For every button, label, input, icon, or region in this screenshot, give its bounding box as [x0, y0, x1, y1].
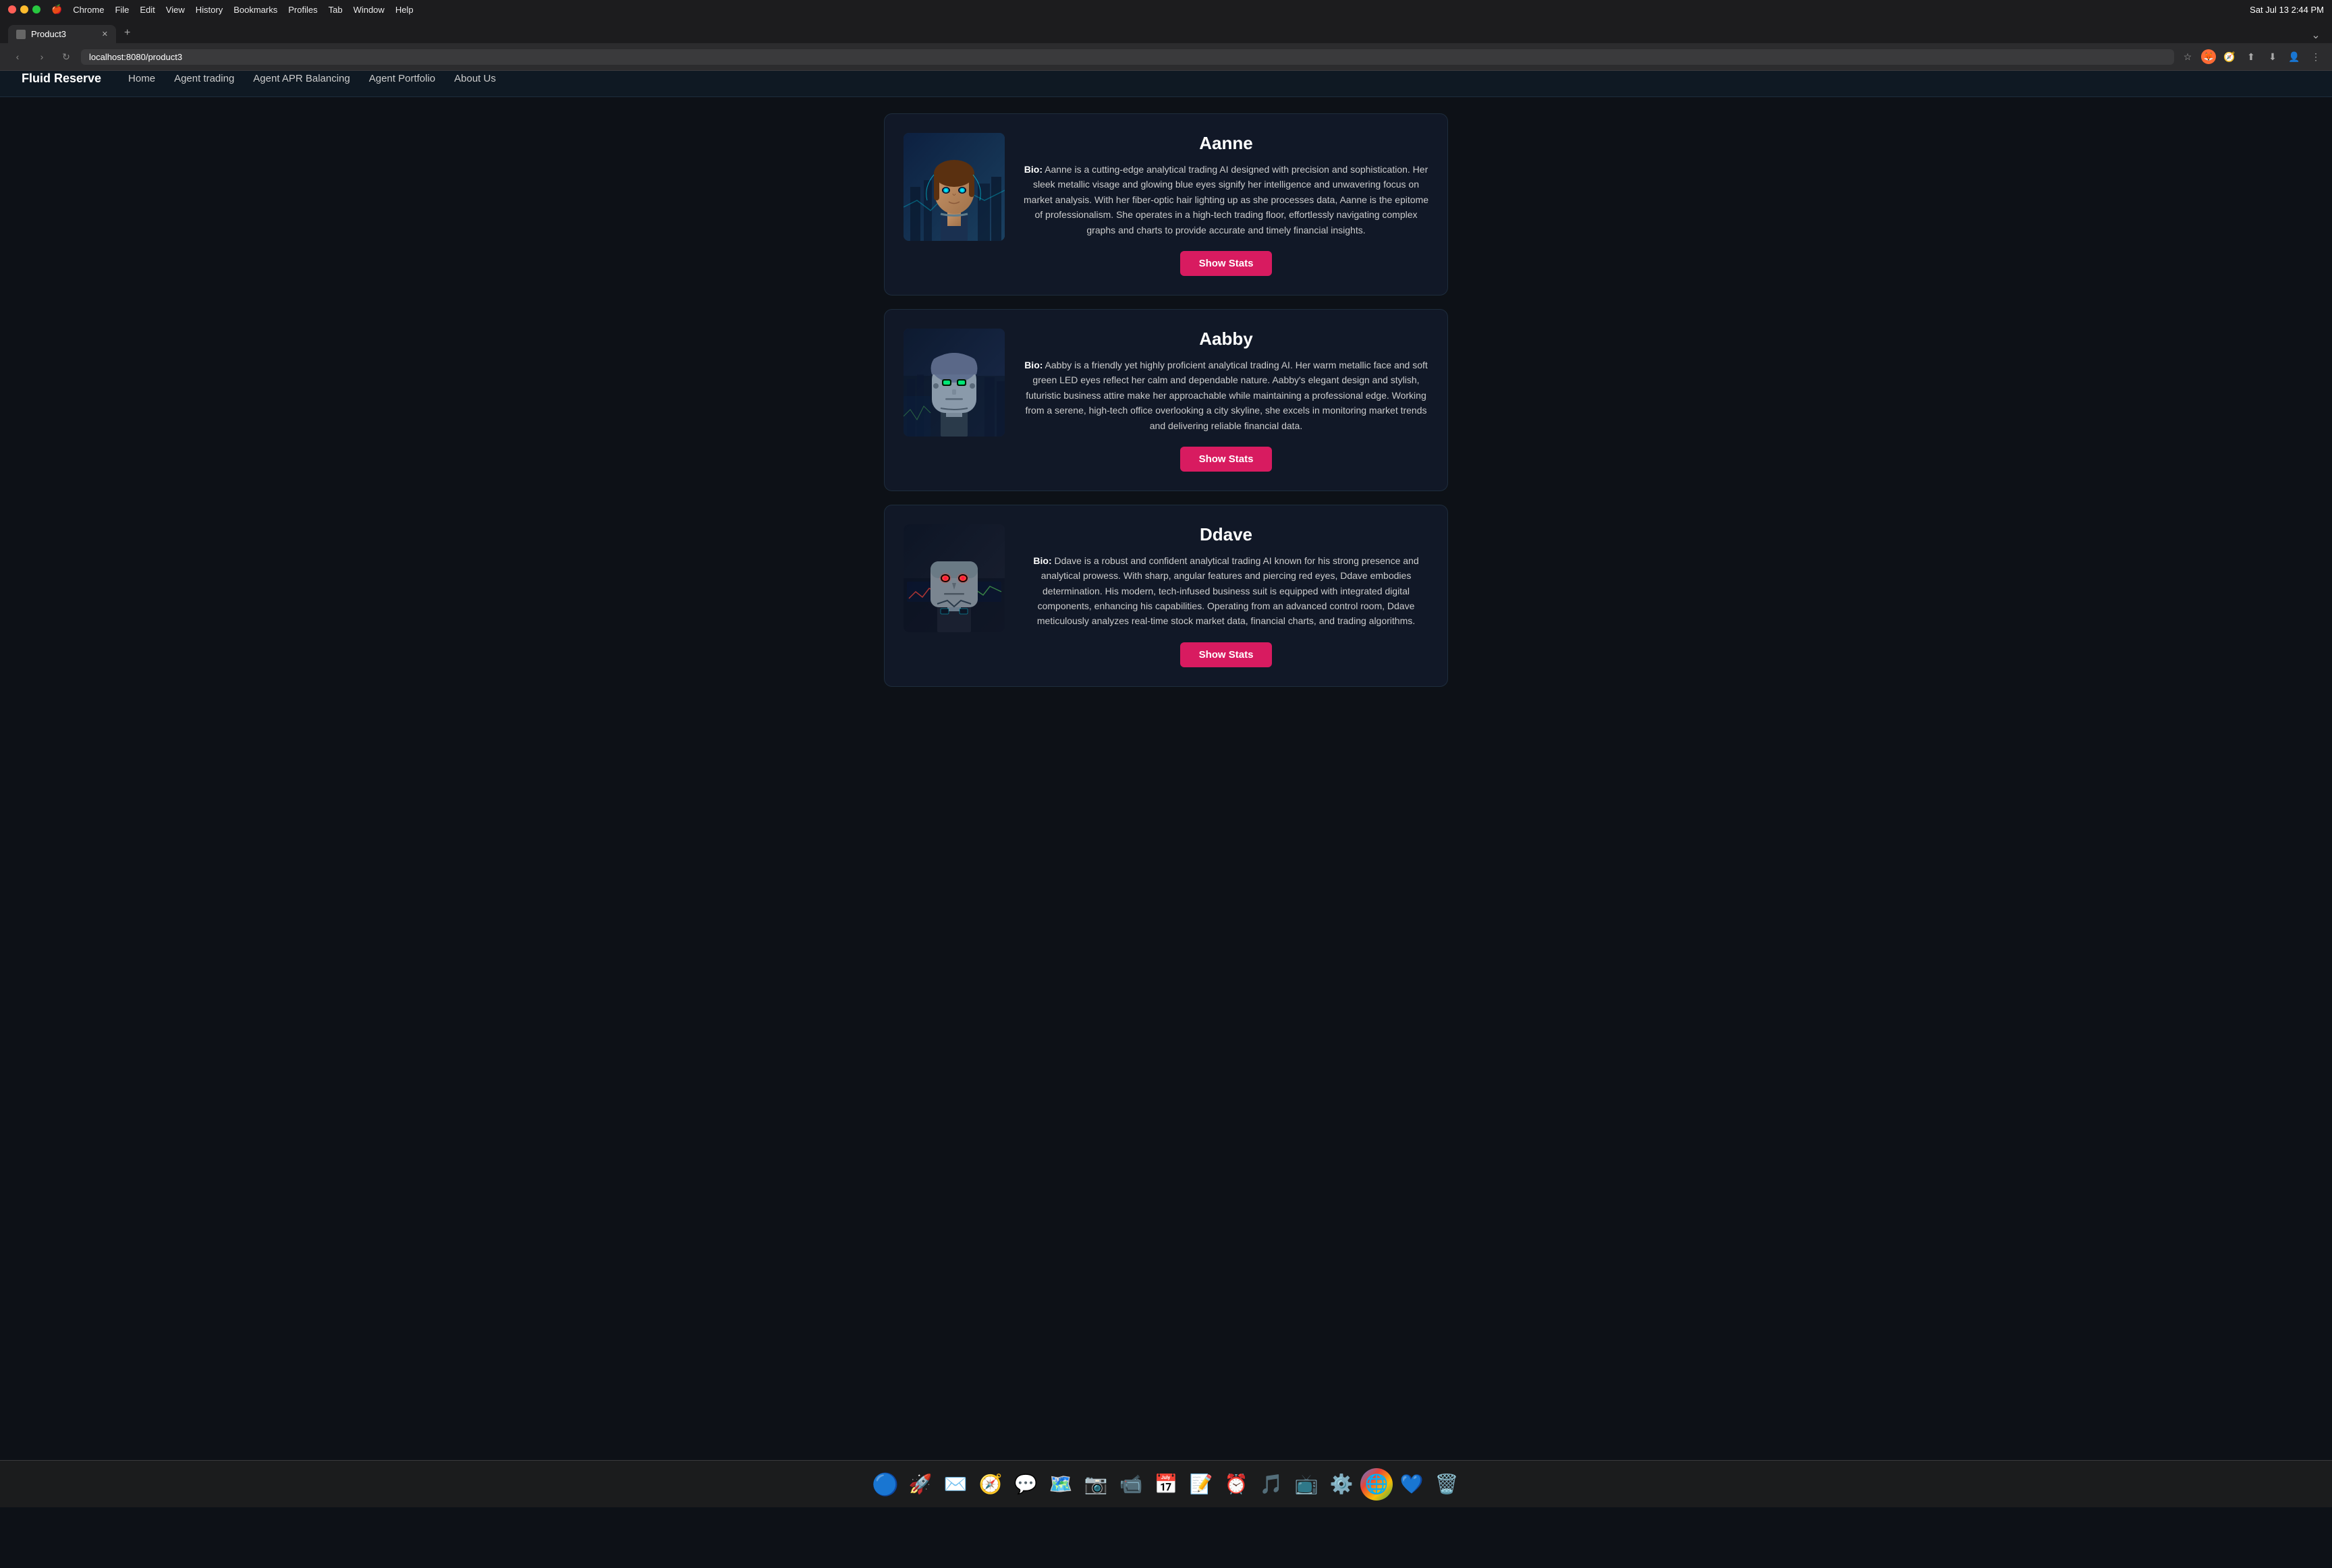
avatar-image-aanne [904, 133, 1005, 241]
show-stats-button-ddave[interactable]: Show Stats [1180, 642, 1273, 667]
extension-icon-1[interactable]: 🦊 [2201, 49, 2216, 64]
agent-name-ddave: Ddave [1200, 524, 1252, 545]
system-time: Sat Jul 13 2:44 PM [2250, 5, 2324, 15]
tab-title: Product3 [31, 29, 66, 39]
menu-apple[interactable]: 🍎 [51, 4, 62, 15]
address-bar[interactable]: localhost:8080/product3 [81, 49, 2174, 65]
agent-info-aabby: Aabby Bio: Aabby is a friendly yet highl… [1024, 329, 1428, 472]
tab-favicon [16, 30, 26, 39]
extension-icon-2[interactable]: 🧭 [2221, 49, 2238, 65]
agent-info-ddave: Ddave Bio: Ddave is a robust and confide… [1024, 524, 1428, 667]
bio-text-aabby: Aabby is a friendly yet highly proficien… [1025, 360, 1427, 431]
menu-edit[interactable]: Edit [140, 5, 155, 15]
agent-avatar-ddave [904, 524, 1005, 632]
dock-facetime[interactable]: 📹 [1115, 1468, 1147, 1501]
title-bar-menu: 🍎 Chrome File Edit View History Bookmark… [51, 4, 414, 15]
menu-bookmarks[interactable]: Bookmarks [233, 5, 277, 15]
agent-bio-ddave: Bio: Ddave is a robust and confident ana… [1024, 553, 1428, 629]
back-button[interactable]: ‹ [8, 47, 27, 66]
agent-card-ddave: Ddave Bio: Ddave is a robust and confide… [884, 505, 1448, 687]
nav-item-agent-trading[interactable]: Agent trading [174, 73, 234, 84]
agent-name-aabby: Aabby [1199, 329, 1252, 349]
dock-notes[interactable]: 📝 [1185, 1468, 1217, 1501]
bio-text-aanne: Aanne is a cutting-edge analytical tradi… [1024, 164, 1428, 235]
bio-label-aanne: Bio: [1024, 164, 1043, 175]
dock-trash[interactable]: 🗑️ [1431, 1468, 1463, 1501]
avatar-image-ddave [904, 524, 1005, 632]
dock-calendar[interactable]: 📅 [1150, 1468, 1182, 1501]
address-url: localhost:8080/product3 [89, 52, 182, 62]
nav-item-about[interactable]: About Us [454, 73, 496, 84]
show-stats-button-aanne[interactable]: Show Stats [1180, 251, 1273, 276]
agent-card-aabby: Aabby Bio: Aabby is a friendly yet highl… [884, 309, 1448, 491]
dock-settings[interactable]: ⚙️ [1325, 1468, 1358, 1501]
agent-info-aanne: Aanne Bio: Aanne is a cutting-edge analy… [1024, 133, 1428, 276]
menu-window[interactable]: Window [354, 5, 385, 15]
site-nav-items: Home Agent trading Agent APR Balancing A… [128, 73, 496, 84]
dock-music[interactable]: 🎵 [1255, 1468, 1287, 1501]
forward-button[interactable]: › [32, 47, 51, 66]
show-stats-button-aabby[interactable]: Show Stats [1180, 447, 1273, 472]
minimize-button[interactable] [20, 5, 28, 13]
menu-view[interactable]: View [166, 5, 185, 15]
menu-chrome[interactable]: Chrome [73, 5, 104, 15]
profile-icon[interactable]: 👤 [2286, 49, 2302, 65]
menu-tab[interactable]: Tab [329, 5, 343, 15]
nav-item-portfolio[interactable]: Agent Portfolio [369, 73, 435, 84]
agent-bio-aabby: Bio: Aabby is a friendly yet highly prof… [1024, 358, 1428, 433]
menu-history[interactable]: History [196, 5, 223, 15]
dock-vscode[interactable]: 💙 [1395, 1468, 1428, 1501]
dock-maps[interactable]: 🗺️ [1045, 1468, 1077, 1501]
nav-item-home[interactable]: Home [128, 73, 155, 84]
dock: 🔵 🚀 ✉️ 🧭 💬 🗺️ 📷 📹 📅 📝 ⏰ 🎵 📺 ⚙️ 🌐 💙 🗑️ [0, 1460, 2332, 1507]
close-button[interactable] [8, 5, 16, 13]
title-bar: 🍎 Chrome File Edit View History Bookmark… [0, 0, 2332, 19]
dock-messages[interactable]: 💬 [1009, 1468, 1042, 1501]
avatar-image-aabby [904, 329, 1005, 437]
menu-dots-icon[interactable]: ⋮ [2308, 49, 2324, 65]
active-tab[interactable]: Product3 ✕ [8, 25, 116, 43]
agent-bio-aanne: Bio: Aanne is a cutting-edge analytical … [1024, 162, 1428, 237]
agent-card-aanne: Aanne Bio: Aanne is a cutting-edge analy… [884, 113, 1448, 296]
toolbar-right: ☆ 🦊 🧭 ⬆ ⬇ 👤 ⋮ [2180, 49, 2324, 65]
site-logo: Fluid Reserve [22, 72, 101, 86]
share-icon[interactable]: ⬆ [2243, 49, 2259, 65]
bio-text-ddave: Ddave is a robust and confident analytic… [1037, 555, 1419, 627]
tab-bar-container: Product3 ✕ + ⌄ ‹ › ↻ localhost:8080/prod… [0, 19, 2332, 71]
fullscreen-button[interactable] [32, 5, 40, 13]
agent-avatar-aanne [904, 133, 1005, 241]
dock-launchpad[interactable]: 🚀 [904, 1468, 937, 1501]
menu-file[interactable]: File [115, 5, 129, 15]
bio-label-aabby: Bio: [1024, 360, 1043, 370]
download-icon[interactable]: ⬇ [2265, 49, 2281, 65]
dock-tv[interactable]: 📺 [1290, 1468, 1323, 1501]
tab-bar: Product3 ✕ + ⌄ [0, 19, 2332, 43]
new-tab-button[interactable]: + [119, 23, 136, 43]
reload-button[interactable]: ↻ [57, 47, 76, 66]
title-bar-left [8, 5, 40, 13]
nav-item-apr-balancing[interactable]: Agent APR Balancing [253, 73, 350, 84]
dock-mail[interactable]: ✉️ [939, 1468, 972, 1501]
dock-reminders[interactable]: ⏰ [1220, 1468, 1252, 1501]
page-content: Fluid Reserve Home Agent trading Agent A… [0, 61, 2332, 1507]
menu-help[interactable]: Help [395, 5, 414, 15]
tab-strip-expand[interactable]: ⌄ [2308, 27, 2324, 43]
dock-chrome[interactable]: 🌐 [1360, 1468, 1393, 1501]
dock-finder[interactable]: 🔵 [869, 1468, 901, 1501]
tab-close-button[interactable]: ✕ [102, 30, 108, 38]
menu-profiles[interactable]: Profiles [288, 5, 317, 15]
bio-label-ddave: Bio: [1033, 555, 1051, 566]
agent-name-aanne: Aanne [1199, 133, 1252, 154]
dock-photos[interactable]: 📷 [1080, 1468, 1112, 1501]
dock-safari[interactable]: 🧭 [974, 1468, 1007, 1501]
agent-avatar-aabby [904, 329, 1005, 437]
bookmark-icon[interactable]: ☆ [2180, 49, 2196, 65]
title-bar-right: Sat Jul 13 2:44 PM [2250, 5, 2324, 15]
browser-toolbar: ‹ › ↻ localhost:8080/product3 ☆ 🦊 🧭 ⬆ ⬇ … [0, 43, 2332, 71]
agents-list: Aanne Bio: Aanne is a cutting-edge analy… [862, 97, 1470, 703]
